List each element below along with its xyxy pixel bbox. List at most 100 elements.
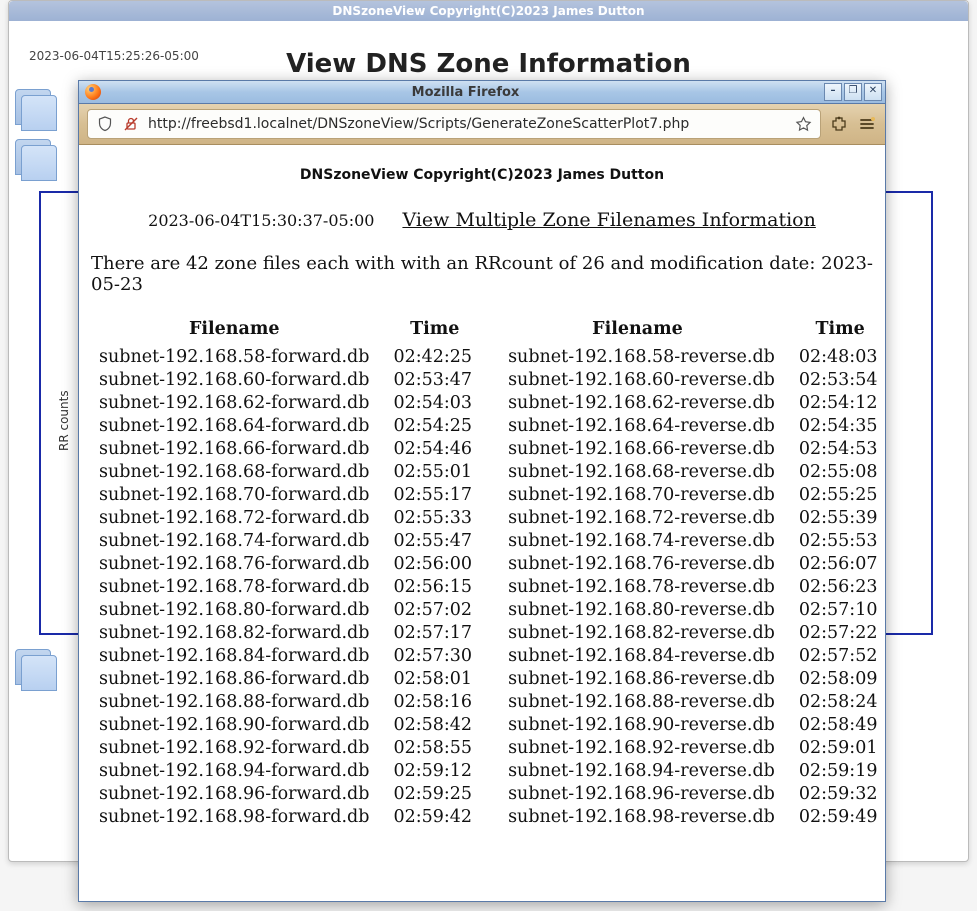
firefox-app-icon xyxy=(85,84,101,100)
table-cell-filename: subnet-192.168.62-forward.db xyxy=(89,391,379,414)
table-cell-filename: subnet-192.168.96-reverse.db xyxy=(490,782,785,805)
table-header-time: Time xyxy=(785,317,885,345)
window-maximize-button[interactable]: ❐ xyxy=(844,83,862,101)
table-row: subnet-192.168.74-forward.db02:55:47subn… xyxy=(89,529,885,552)
table-cell-filename: subnet-192.168.84-reverse.db xyxy=(490,644,785,667)
table-cell-time: 02:53:54 xyxy=(785,368,885,391)
table-cell-filename: subnet-192.168.60-forward.db xyxy=(89,368,379,391)
table-cell-time: 02:58:09 xyxy=(785,667,885,690)
bookmark-star-icon[interactable] xyxy=(794,115,812,133)
page-summary-text: There are 42 zone files each with with a… xyxy=(91,253,873,295)
table-cell-filename: subnet-192.168.72-forward.db xyxy=(89,506,379,529)
table-cell-time: 02:54:12 xyxy=(785,391,885,414)
table-cell-time: 02:59:01 xyxy=(785,736,885,759)
table-cell-time: 02:54:53 xyxy=(785,437,885,460)
folder-icon xyxy=(21,95,57,131)
table-row: subnet-192.168.98-forward.db02:59:42subn… xyxy=(89,805,885,828)
table-cell-filename: subnet-192.168.82-forward.db xyxy=(89,621,379,644)
table-cell-filename: subnet-192.168.96-forward.db xyxy=(89,782,379,805)
table-cell-filename: subnet-192.168.74-reverse.db xyxy=(490,529,785,552)
table-row: subnet-192.168.84-forward.db02:57:30subn… xyxy=(89,644,885,667)
table-cell-time: 02:59:12 xyxy=(379,759,490,782)
table-cell-time: 02:56:15 xyxy=(379,575,490,598)
table-row: subnet-192.168.62-forward.db02:54:03subn… xyxy=(89,391,885,414)
table-cell-time: 02:55:47 xyxy=(379,529,490,552)
page-heading-link[interactable]: View Multiple Zone Filenames Information xyxy=(402,209,815,231)
table-cell-time: 02:54:25 xyxy=(379,414,490,437)
table-row: subnet-192.168.86-forward.db02:58:01subn… xyxy=(89,667,885,690)
table-cell-filename: subnet-192.168.82-reverse.db xyxy=(490,621,785,644)
table-cell-time: 02:55:53 xyxy=(785,529,885,552)
table-cell-filename: subnet-192.168.64-forward.db xyxy=(89,414,379,437)
table-cell-filename: subnet-192.168.90-reverse.db xyxy=(490,713,785,736)
table-cell-time: 02:48:03 xyxy=(785,345,885,368)
background-timestamp: 2023-06-04T15:25:26-05:00 xyxy=(29,49,199,63)
table-cell-time: 02:55:08 xyxy=(785,460,885,483)
table-cell-time: 02:54:46 xyxy=(379,437,490,460)
table-cell-filename: subnet-192.168.86-reverse.db xyxy=(490,667,785,690)
table-row: subnet-192.168.64-forward.db02:54:25subn… xyxy=(89,414,885,437)
table-cell-filename: subnet-192.168.90-forward.db xyxy=(89,713,379,736)
table-row: subnet-192.168.82-forward.db02:57:17subn… xyxy=(89,621,885,644)
table-cell-filename: subnet-192.168.70-reverse.db xyxy=(490,483,785,506)
table-header-time: Time xyxy=(379,317,490,345)
table-row: subnet-192.168.78-forward.db02:56:15subn… xyxy=(89,575,885,598)
table-cell-time: 02:55:39 xyxy=(785,506,885,529)
table-row: subnet-192.168.76-forward.db02:56:00subn… xyxy=(89,552,885,575)
table-cell-filename: subnet-192.168.68-forward.db xyxy=(89,460,379,483)
table-cell-time: 02:57:30 xyxy=(379,644,490,667)
table-row: subnet-192.168.96-forward.db02:59:25subn… xyxy=(89,782,885,805)
hamburger-menu-icon[interactable] xyxy=(857,114,877,134)
table-row: subnet-192.168.66-forward.db02:54:46subn… xyxy=(89,437,885,460)
window-close-button[interactable]: ✕ xyxy=(864,83,882,101)
table-cell-filename: subnet-192.168.92-reverse.db xyxy=(490,736,785,759)
table-cell-time: 02:56:23 xyxy=(785,575,885,598)
table-row: subnet-192.168.70-forward.db02:55:17subn… xyxy=(89,483,885,506)
table-cell-time: 02:56:00 xyxy=(379,552,490,575)
table-cell-time: 02:57:10 xyxy=(785,598,885,621)
table-cell-time: 02:59:49 xyxy=(785,805,885,828)
table-cell-filename: subnet-192.168.98-reverse.db xyxy=(490,805,785,828)
table-row: subnet-192.168.60-forward.db02:53:47subn… xyxy=(89,368,885,391)
url-text[interactable]: http://freebsd1.localnet/DNSzoneView/Scr… xyxy=(148,116,786,132)
table-cell-time: 02:55:25 xyxy=(785,483,885,506)
table-cell-filename: subnet-192.168.64-reverse.db xyxy=(490,414,785,437)
table-cell-filename: subnet-192.168.72-reverse.db xyxy=(490,506,785,529)
window-minimize-button[interactable]: – xyxy=(824,83,842,101)
background-window-title: DNSzoneView Copyright(C)2023 James Dutto… xyxy=(9,1,968,21)
firefox-titlebar[interactable]: Mozilla Firefox – ❐ ✕ xyxy=(79,81,885,104)
table-cell-filename: subnet-192.168.68-reverse.db xyxy=(490,460,785,483)
table-row: subnet-192.168.68-forward.db02:55:01subn… xyxy=(89,460,885,483)
table-cell-time: 02:59:42 xyxy=(379,805,490,828)
firefox-toolbar: http://freebsd1.localnet/DNSzoneView/Scr… xyxy=(79,104,885,145)
table-cell-time: 02:42:25 xyxy=(379,345,490,368)
table-cell-filename: subnet-192.168.62-reverse.db xyxy=(490,391,785,414)
table-cell-filename: subnet-192.168.98-forward.db xyxy=(89,805,379,828)
page-copyright: DNSzoneView Copyright(C)2023 James Dutto… xyxy=(89,167,875,183)
table-cell-time: 02:59:32 xyxy=(785,782,885,805)
table-cell-filename: subnet-192.168.78-forward.db xyxy=(89,575,379,598)
table-row: subnet-192.168.94-forward.db02:59:12subn… xyxy=(89,759,885,782)
firefox-page-content[interactable]: DNSzoneView Copyright(C)2023 James Dutto… xyxy=(79,145,885,901)
firefox-window-title: Mozilla Firefox xyxy=(107,85,824,100)
table-cell-time: 02:58:42 xyxy=(379,713,490,736)
table-cell-filename: subnet-192.168.80-reverse.db xyxy=(490,598,785,621)
table-cell-time: 02:59:25 xyxy=(379,782,490,805)
table-cell-filename: subnet-192.168.70-forward.db xyxy=(89,483,379,506)
table-cell-time: 02:57:52 xyxy=(785,644,885,667)
insecure-lock-icon[interactable] xyxy=(122,115,140,133)
folder-icon xyxy=(21,145,57,181)
shield-icon[interactable] xyxy=(96,115,114,133)
table-row: subnet-192.168.88-forward.db02:58:16subn… xyxy=(89,690,885,713)
extensions-icon[interactable] xyxy=(829,114,849,134)
table-cell-filename: subnet-192.168.78-reverse.db xyxy=(490,575,785,598)
url-bar[interactable]: http://freebsd1.localnet/DNSzoneView/Scr… xyxy=(87,109,821,139)
table-cell-time: 02:57:17 xyxy=(379,621,490,644)
table-cell-filename: subnet-192.168.92-forward.db xyxy=(89,736,379,759)
table-cell-filename: subnet-192.168.66-forward.db xyxy=(89,437,379,460)
table-cell-filename: subnet-192.168.76-forward.db xyxy=(89,552,379,575)
table-cell-filename: subnet-192.168.66-reverse.db xyxy=(490,437,785,460)
table-cell-time: 02:58:16 xyxy=(379,690,490,713)
table-cell-time: 02:59:19 xyxy=(785,759,885,782)
table-cell-time: 02:54:35 xyxy=(785,414,885,437)
